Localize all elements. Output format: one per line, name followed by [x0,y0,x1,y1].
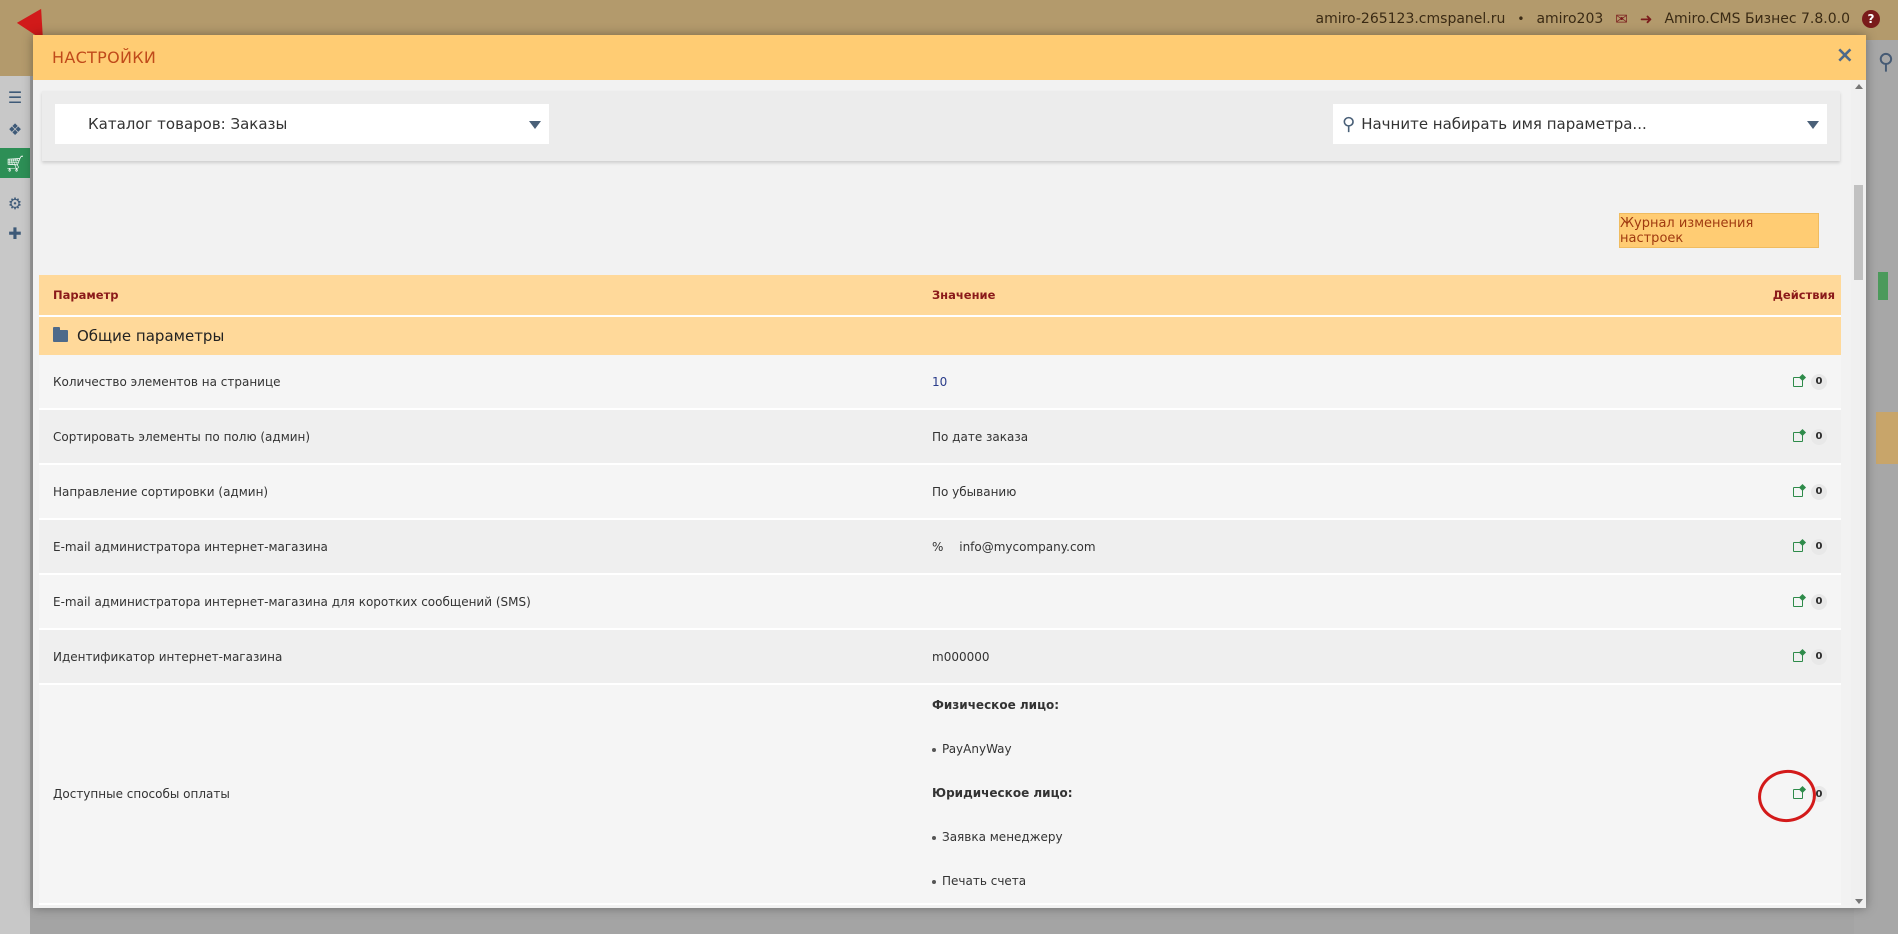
reset-icon[interactable]: 0 [1811,538,1827,555]
separator: • [1517,12,1525,26]
scroll-thumb[interactable] [1854,185,1863,280]
row-actions: 0 [1721,483,1841,500]
mail-icon[interactable]: ✉ [1615,10,1628,28]
row-actions: 0 [1721,428,1841,445]
link-icon: % [932,539,944,554]
param-value: По убыванию [932,484,1017,499]
param-value: 10 [932,374,948,389]
param-search-placeholder: Начните набирать имя параметра... [1361,115,1647,133]
payment-item: PayAnyWay [932,742,1721,756]
reset-icon[interactable]: 0 [1811,373,1827,390]
param-value: По дате заказа [932,429,1029,444]
edit-icon[interactable] [1793,541,1803,552]
row-actions: 0 [1721,648,1841,665]
edit-icon[interactable] [1793,651,1803,662]
bullet [932,835,936,840]
edit-icon[interactable] [1793,486,1803,497]
bg-band [1876,412,1898,464]
app-sidebar: ☰ ❖ 🛒︎ ⚙ ✚ [0,76,30,934]
search-icon: ⚲ [1342,113,1356,135]
payment-item-label: PayAnyWay [942,742,1012,756]
header-param: Параметр [53,288,119,302]
module-select-value: Каталог товаров: Заказы [88,115,288,133]
cart-icon[interactable]: 🛒︎ [0,148,30,178]
payment-item-label: Заявка менеджеру [942,830,1063,844]
payment-item: Печать счета [932,874,1721,888]
username[interactable]: amiro203 [1536,11,1603,27]
chevron-down-icon [529,121,541,129]
param-name: Направление сортировки (админ) [53,484,269,499]
row-actions: 0 [1721,593,1841,610]
bullet [932,747,936,752]
chevron-down-icon [1807,121,1819,129]
table-row: Сортировать элементы по полю (админ) По … [39,410,1841,465]
table-row: E-mail администратора интернет-магазина … [39,575,1841,630]
param-name: E-mail администратора интернет-магазина … [53,594,531,609]
edit-icon[interactable] [1793,431,1803,442]
settings-table: Параметр Значение Действия Общие парамет… [39,275,1841,905]
scroll-down-arrow-icon[interactable] [1855,899,1863,904]
close-icon[interactable]: × [1836,45,1854,67]
param-name: Сортировать элементы по полю (админ) [53,429,311,444]
edit-icon[interactable] [1793,376,1803,387]
folder-icon [53,327,68,342]
gear-icon[interactable]: ⚙ [4,192,26,214]
search-icon[interactable]: ⚲ [1878,50,1894,75]
legal-label: Юридическое лицо: [932,786,1073,800]
header-value: Значение [932,288,996,302]
param-name: Количество элементов на странице [53,374,281,389]
group-row[interactable]: Общие параметры [39,315,1841,355]
logout-icon[interactable]: ➜ [1640,10,1653,28]
modal-title: НАСТРОЙКИ [52,48,157,67]
modal-header: НАСТРОЙКИ × [33,35,1866,80]
reset-icon[interactable]: 0 [1811,428,1827,445]
reset-icon[interactable]: 0 [1811,593,1827,610]
help-icon[interactable]: ? [1862,10,1880,28]
param-value: m000000 [932,649,990,664]
cms-version: Amiro.CMS Бизнес 7.8.0.0 [1664,11,1850,27]
settings-log-button[interactable]: Журнал изменения настроек [1619,213,1819,248]
bg-green-button [1878,272,1888,300]
list-icon[interactable]: ☰ [4,86,26,108]
module-select[interactable]: Каталог товаров: Заказы [55,104,549,144]
param-name: E-mail администратора интернет-магазина [53,539,328,554]
row-actions: 0 [1721,538,1841,555]
edit-icon[interactable] [1793,596,1803,607]
bullet [932,879,936,884]
table-row: E-mail администратора интернет-магазина … [39,520,1841,575]
table-row: Направление сортировки (админ) По убыван… [39,465,1841,520]
table-header: Параметр Значение Действия [39,275,1841,315]
individual-label: Физическое лицо: [932,698,1060,712]
topbar-info: amiro-265123.cmspanel.ru • amiro203 ✉ ➜ … [1315,10,1880,28]
scroll-up-arrow-icon[interactable] [1855,84,1863,89]
payment-item: Заявка менеджеру [932,830,1721,844]
row-actions: 0 [1721,373,1841,390]
site-domain[interactable]: amiro-265123.cmspanel.ru [1315,11,1505,27]
param-name: Идентификатор интернет-магазина [53,649,283,664]
param-name: Доступные способы оплаты [53,787,230,801]
header-actions: Действия [1772,288,1835,302]
settings-modal: НАСТРОЙКИ × Каталог товаров: Заказы ⚲ На… [33,35,1866,908]
payment-item-label: Печать счета [942,874,1027,888]
puzzle-icon[interactable]: ✚ [4,222,26,244]
filter-bar: Каталог товаров: Заказы ⚲ Начните набира… [42,91,1840,161]
email-value: info@mycompany.com [959,539,1096,554]
modal-scrollbar[interactable] [1851,80,1866,908]
param-search-input[interactable]: ⚲ Начните набирать имя параметра... [1333,104,1827,144]
reset-icon[interactable]: 0 [1811,483,1827,500]
param-value: % info@mycompany.com [932,540,1721,554]
group-label: Общие параметры [77,327,225,345]
payment-methods: Физическое лицо: PayAnyWay Юридическое л… [932,676,1721,908]
cubes-icon[interactable]: ❖ [4,118,26,140]
reset-icon[interactable]: 0 [1811,648,1827,665]
table-row: Количество элементов на странице 10 0 [39,355,1841,410]
table-row: Доступные способы оплаты Физическое лицо… [39,685,1841,905]
